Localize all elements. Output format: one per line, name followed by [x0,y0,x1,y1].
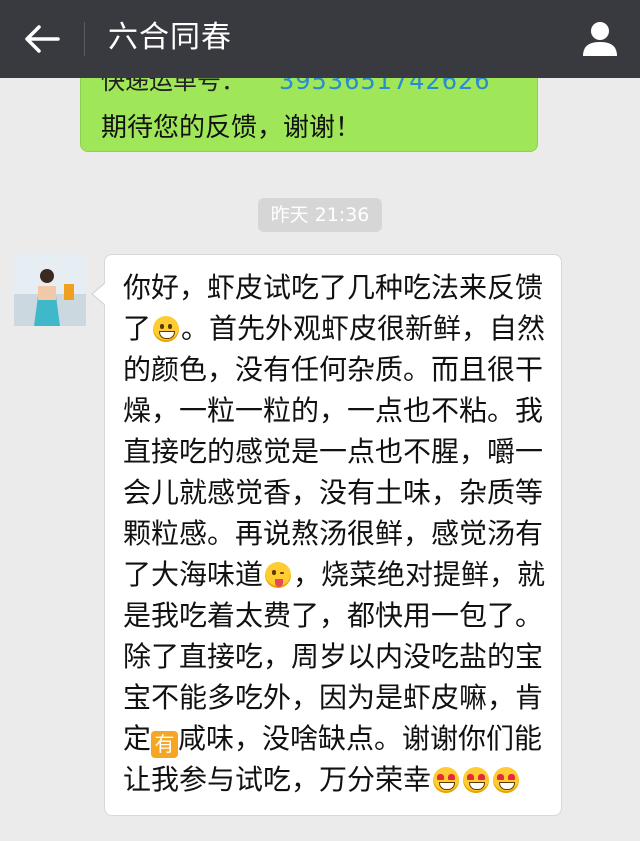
avatar[interactable] [14,254,86,326]
message-line: 定有咸味，没啥缺点。谢谢你们能 [123,722,543,758]
message-line: 直接吃的感觉是一点也不腥，嚼一 [123,435,544,468]
message-line: 了。首先外观虾皮很新鲜，自然 [123,312,546,345]
grin-emoji-icon [153,316,180,342]
message-line: 让我参与试吃，万分荣幸 [123,759,553,800]
avatar-photo [14,254,86,326]
heart-eyes-emoji-icon [493,767,520,793]
message-line: 宝不能多吃外，因为是虾皮嘛，肯 [123,681,544,714]
message-text: 你好，虾皮试吃了几种吃法来反馈 了。首先外观虾皮很新鲜，自然 的颜色，没有任何杂… [123,267,553,800]
heart-eyes-emoji-icon [463,767,490,793]
you-emoji-icon: 有 [151,731,179,758]
chat-title: 六合同春 [108,20,232,55]
message-line: 你好，虾皮试吃了几种吃法来反馈 [123,271,544,304]
title-bar: 六合同春 [0,0,640,78]
chat-info-button[interactable] [580,18,620,58]
title-divider [84,22,85,56]
received-message-bubble[interactable]: 你好，虾皮试吃了几种吃法来反馈 了。首先外观虾皮很新鲜，自然 的颜色，没有任何杂… [104,254,562,816]
bubble-tail-fill [93,283,106,305]
arrow-left-icon [25,25,60,53]
person-icon [583,22,617,56]
back-button[interactable] [22,22,62,56]
message-line: 是我吃着太费了，都快用一包了。 [123,599,544,632]
heart-eyes-emoji-icon [433,767,460,793]
wink-tongue-emoji-icon [265,562,292,588]
message-line: 了大海味道 ，烧菜绝对提鲜，就 [123,558,546,591]
sent-message-line: 期待您的反馈，谢谢！ [101,113,362,143]
message-timestamp: 昨天 21:36 [258,198,382,232]
message-line: 会儿就感觉香，没有土味，杂质等 [123,476,544,509]
message-line: 的颜色，没有任何杂质。而且很干 [123,353,544,386]
message-line: 燥，一粒一粒的，一点也不粘。我 [123,394,544,427]
message-line: 除了直接吃，周岁以内没吃盐的宝 [123,640,544,673]
message-line: 颗粒感。再说熬汤很鲜，感觉汤有 [123,517,544,550]
